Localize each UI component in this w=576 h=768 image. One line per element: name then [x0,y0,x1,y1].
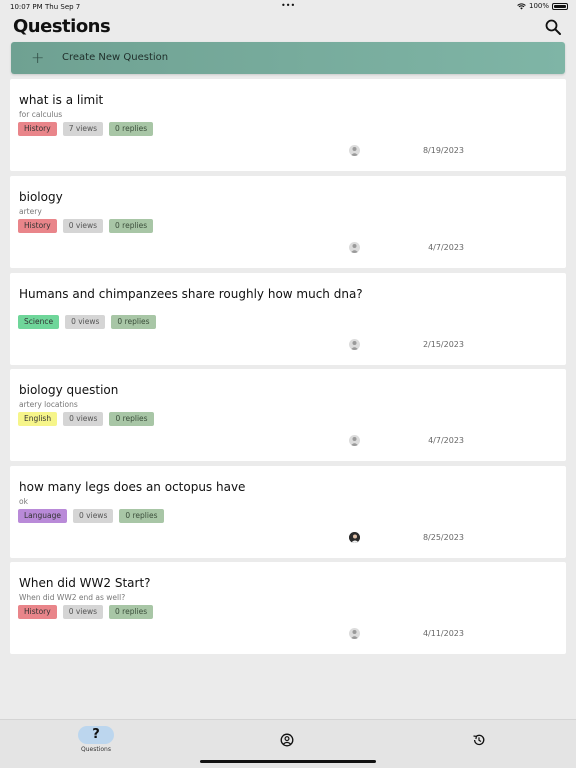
tag-row: English 0 views 0 replies [18,412,154,426]
wifi-icon [517,2,526,9]
status-indicators: 100% [517,2,568,10]
avatar [349,532,360,543]
person-icon [350,244,359,253]
status-bar: 10:07 PM Thu Sep 7 ••• 100% [0,0,576,14]
person-icon [350,437,359,446]
question-card[interactable]: biology question artery locations Englis… [10,369,566,461]
subject-tag: Science [18,315,60,329]
question-date: 2/15/2023 [422,340,464,349]
tab-questions[interactable]: ? Questions [78,726,114,753]
question-title: biology question [19,383,119,397]
header: Questions [0,14,576,42]
avatar [349,435,360,446]
question-title: how many legs does an octopus have [19,480,246,494]
battery-icon [552,2,568,10]
question-mark-icon: ? [78,726,114,744]
profile-icon [280,733,294,747]
question-subtitle: for calculus [19,110,63,119]
views-badge: 0 views [63,412,104,426]
question-card[interactable]: what is a limit for calculus History 7 v… [10,79,566,171]
person-icon [350,341,359,350]
subject-tag: History [18,219,57,233]
status-date: Thu Sep 7 [45,3,81,11]
replies-badge: 0 replies [119,509,164,523]
question-subtitle: ok [19,497,28,506]
subject-tag: History [18,122,57,136]
tag-row: History 0 views 0 replies [18,219,154,233]
question-subtitle: When did WW2 end as well? [19,593,126,602]
user-photo-icon [349,532,360,543]
replies-badge: 0 replies [111,315,156,329]
question-card[interactable]: how many legs does an octopus have ok La… [10,466,566,558]
question-date: 4/7/2023 [428,243,464,252]
plus-icon: + [31,48,45,67]
question-title: Humans and chimpanzees share roughly how… [19,287,363,301]
views-badge: 0 views [73,509,114,523]
tag-row: Language 0 views 0 replies [18,509,164,523]
replies-badge: 0 replies [109,122,154,136]
question-subtitle: artery locations [19,400,78,409]
subject-tag: Language [18,509,68,523]
create-question-button[interactable]: + Create New Question [11,42,565,74]
question-title: When did WW2 Start? [19,576,151,590]
question-card[interactable]: Humans and chimpanzees share roughly how… [10,273,566,365]
question-date: 8/25/2023 [422,533,464,542]
views-badge: 0 views [62,219,104,233]
avatar [349,628,360,639]
subject-tag: History [18,605,57,619]
tab-profile[interactable] [280,732,294,751]
status-time: 10:07 PM [10,3,43,11]
question-subtitle: artery [19,207,42,216]
person-icon [350,147,359,156]
replies-badge: 0 replies [109,605,154,619]
avatar [349,242,360,253]
question-card[interactable]: biology artery History 0 views 0 replies… [10,176,566,268]
multitasking-dots[interactable]: ••• [281,1,295,10]
search-button[interactable] [544,18,562,36]
create-question-label: Create New Question [62,52,169,63]
tab-questions-label: Questions [81,746,111,753]
person-icon [350,630,359,639]
tab-history[interactable] [472,732,486,751]
subject-tag: English [18,412,58,426]
search-icon [545,19,561,35]
question-date: 4/11/2023 [422,629,464,638]
avatar [349,339,360,350]
question-title: biology [19,190,63,204]
question-title: what is a limit [19,93,104,107]
page-title: Questions [13,16,111,37]
history-icon [473,734,485,746]
question-date: 8/19/2023 [422,146,464,155]
tag-row: History 0 views 0 replies [18,605,154,619]
tag-row: Science 0 views 0 replies [18,315,156,329]
home-indicator[interactable] [200,760,376,763]
replies-badge: 0 replies [109,219,154,233]
views-badge: 7 views [62,122,104,136]
battery-percent: 100% [528,2,549,10]
replies-badge: 0 replies [109,412,154,426]
question-date: 4/7/2023 [428,436,464,445]
views-badge: 0 views [65,315,106,329]
views-badge: 0 views [62,605,104,619]
tag-row: History 7 views 0 replies [18,122,154,136]
avatar [349,145,360,156]
question-card[interactable]: When did WW2 Start? When did WW2 end as … [10,562,566,654]
